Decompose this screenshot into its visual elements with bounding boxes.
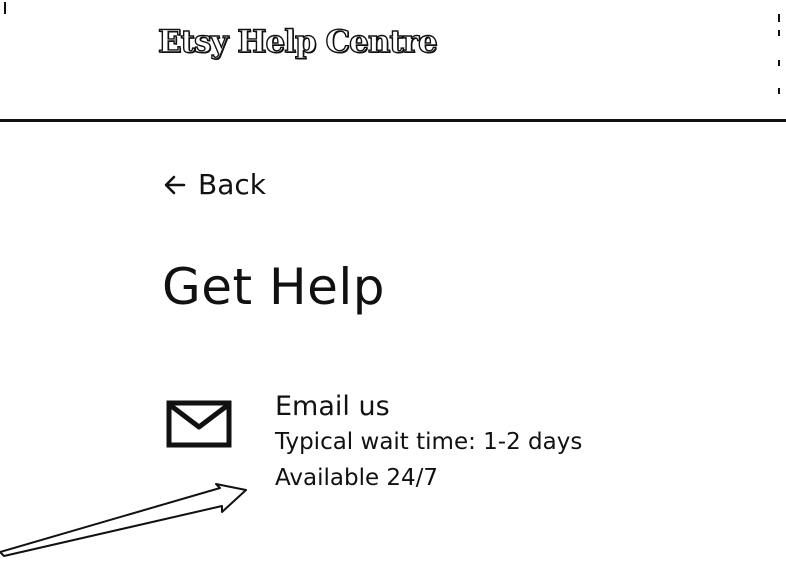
availability-text: Available 24/7 [275,465,439,491]
option-title: Email us [275,391,390,422]
wait-time-text: Typical wait time: 1-2 days [275,429,583,455]
arrow-left-icon [164,175,186,194]
back-link[interactable]: Back [162,168,266,201]
edge-mark [4,2,6,14]
edge-mark [778,60,780,66]
site-header: Etsy Help Centre [0,0,786,122]
edge-mark [778,30,780,36]
edge-mark [778,14,780,22]
annotation-arrow-icon [0,483,247,557]
help-centre-logo[interactable]: Etsy Help Centre [157,23,438,60]
edge-mark [778,88,780,94]
back-label: Back [198,168,266,201]
page-title: Get Help [162,258,385,316]
option-text: Email us Typical wait time: 1-2 days Ava… [275,390,582,496]
envelope-icon [166,400,232,448]
